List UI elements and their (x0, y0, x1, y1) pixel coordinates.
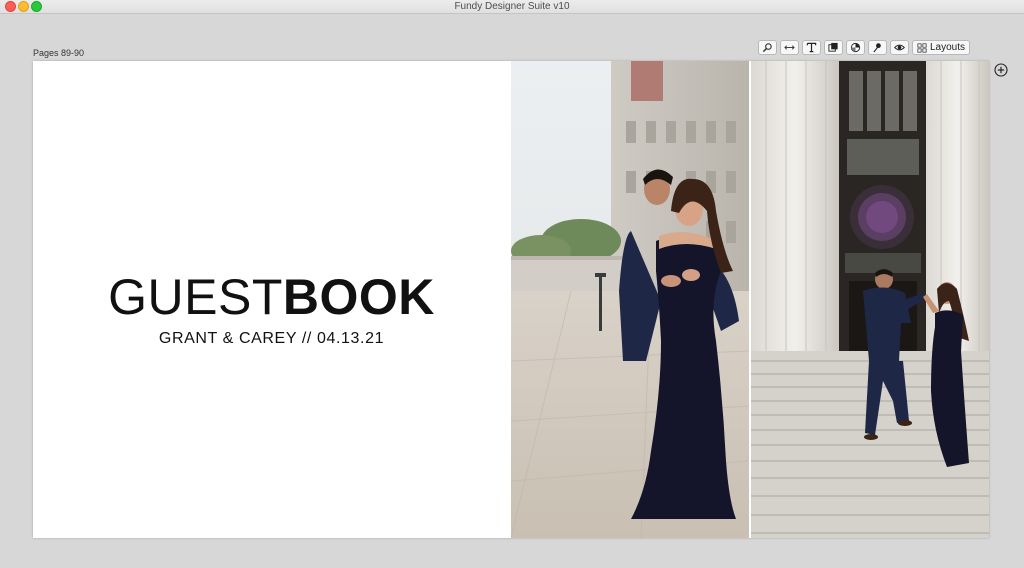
layouts-label: Layouts (929, 42, 966, 53)
eye-icon (894, 44, 905, 51)
couple-stairs-photo (751, 61, 989, 538)
layers-icon (828, 42, 838, 52)
headline-text[interactable]: GUESTBOOK (33, 269, 510, 325)
preview-button[interactable] (890, 40, 909, 55)
couple-embrace-photo (511, 61, 749, 538)
color-button[interactable] (846, 40, 865, 55)
title-bar[interactable]: Fundy Designer Suite v10 (0, 0, 1024, 14)
pages-label: Pages 89-90 (33, 48, 85, 58)
app-window: Fundy Designer Suite v10 Pages 89-90 Lay… (0, 0, 1024, 568)
pin-icon (873, 43, 881, 53)
zoom-icon (762, 43, 772, 53)
text-icon (806, 42, 817, 53)
width-arrows-icon (784, 45, 795, 50)
width-button[interactable] (780, 40, 799, 55)
add-page-icon[interactable] (994, 63, 1008, 77)
spread-toolbar: Layouts (758, 40, 970, 57)
left-page[interactable]: GUESTBOOK GRANT & CAREY // 04.13.21 (33, 61, 510, 538)
photo-frame-couple-stairs[interactable] (751, 61, 989, 538)
window-title: Fundy Designer Suite v10 (454, 1, 570, 12)
couple-names-date-text[interactable]: GRANT & CAREY // 04.13.21 (33, 330, 510, 348)
layers-button[interactable] (824, 40, 843, 55)
photo-frame-couple-embrace[interactable] (511, 61, 749, 538)
grid-icon (917, 42, 927, 53)
headline-light: GUEST (108, 269, 283, 325)
color-wheel-icon (850, 42, 861, 53)
zoom-button[interactable] (758, 40, 777, 55)
headline-bold: BOOK (282, 269, 435, 325)
album-spread[interactable]: GUESTBOOK GRANT & CAREY // 04.13.21 (33, 61, 989, 538)
pin-button[interactable] (868, 40, 887, 55)
layouts-button[interactable]: Layouts (912, 40, 970, 55)
text-tool-button[interactable] (802, 40, 821, 55)
